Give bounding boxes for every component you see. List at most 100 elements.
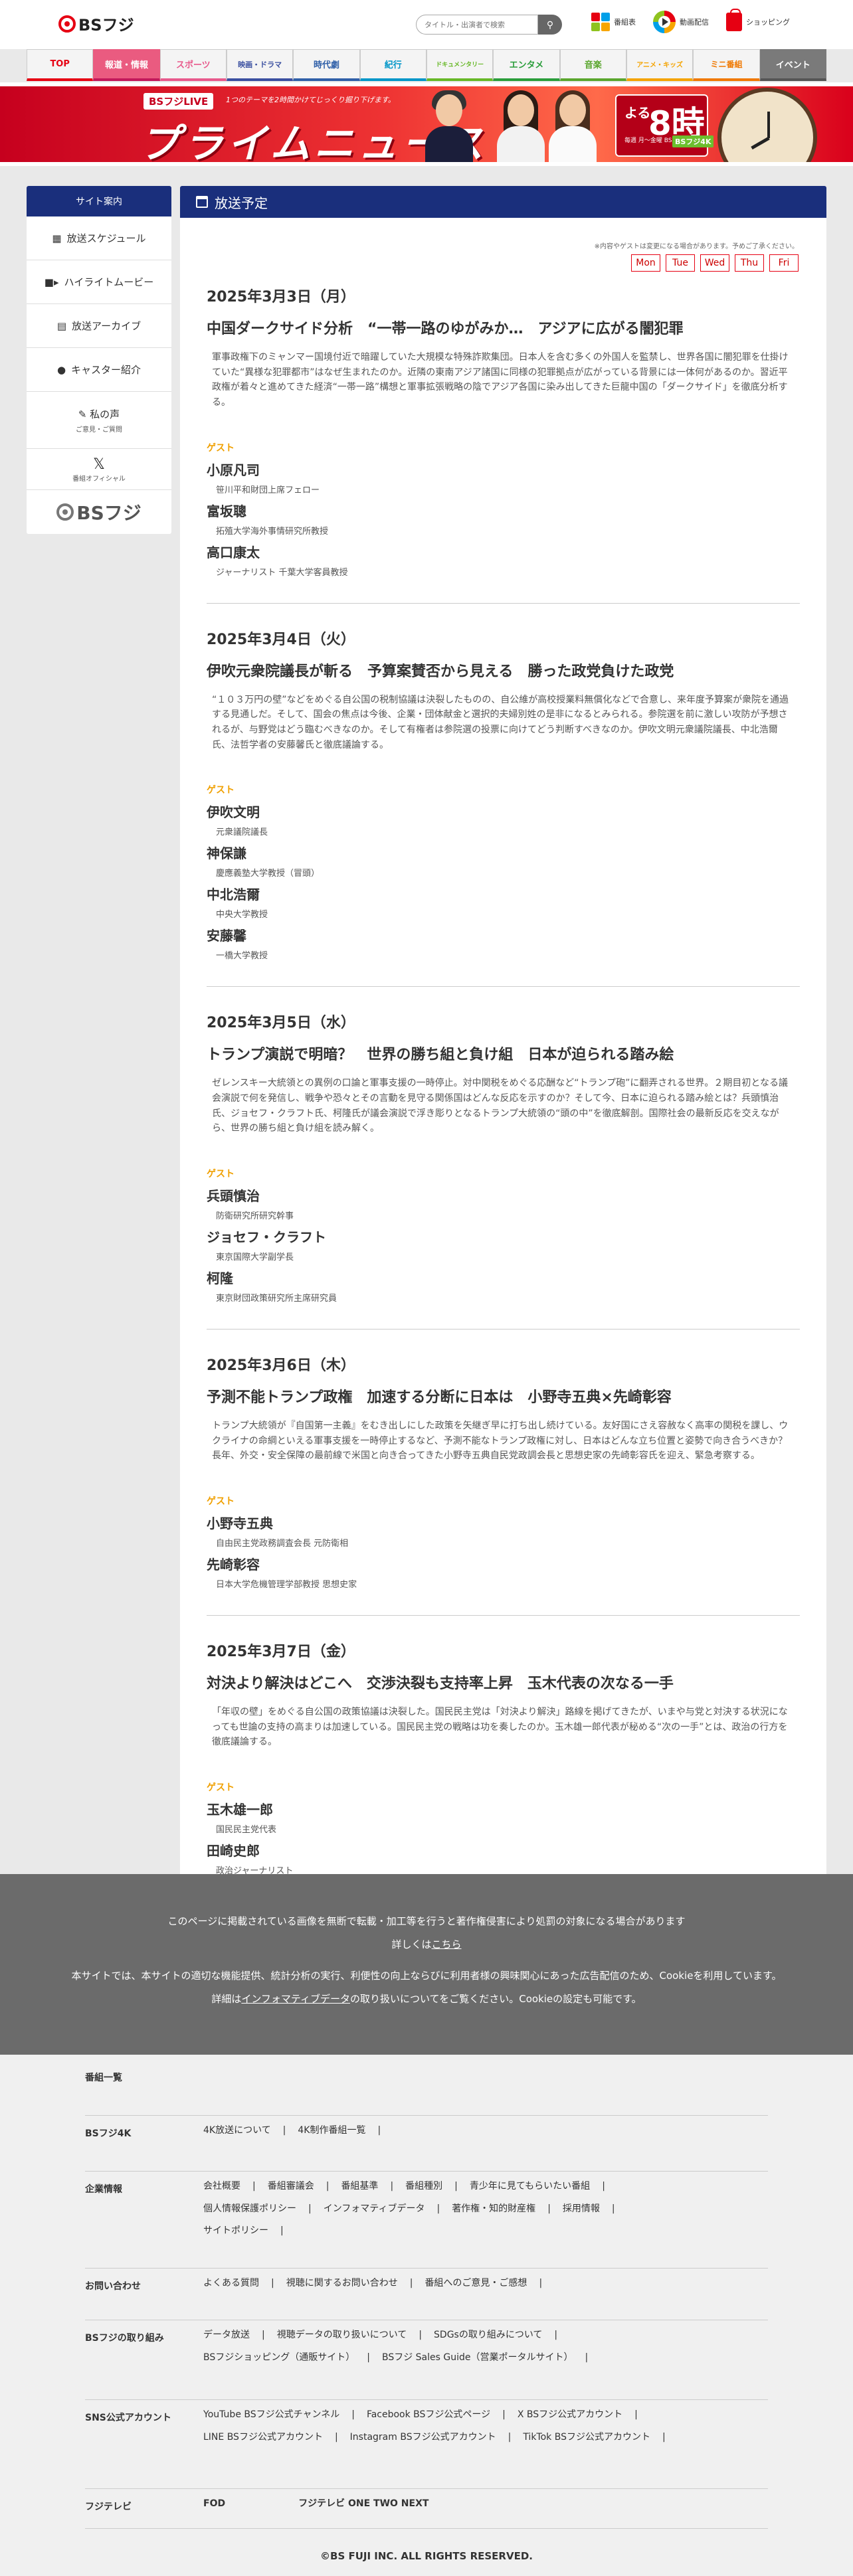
- footer-section: 企業情報 会社概要 | 番組審議会 | 番組基準 | 番組種別 | 青少年に見てもらいたい番組 | 個…: [85, 2172, 768, 2269]
- schedule-panel: 放送予定 ※内容やゲストは変更になる場合があります。予めご了承ください。 Mon…: [180, 186, 826, 2021]
- footer-section-heading: 企業情報: [85, 2184, 122, 2195]
- clock-icon: [717, 88, 817, 162]
- footer-link[interactable]: 番組種別: [405, 2181, 442, 2191]
- sidebar-item-casters[interactable]: ● キャスター紹介: [27, 348, 171, 392]
- footer-link[interactable]: 番組審議会: [268, 2181, 314, 2191]
- episode-title: 予測不能トランプ政権 加速する分断に日本は 小野寺五典×先崎彰容: [207, 1389, 672, 1407]
- search-input[interactable]: [416, 15, 538, 35]
- calendar-icon: ▦: [52, 232, 62, 244]
- genre-nav: TOP 報道・情報 スポーツ 映画・ドラマ 時代劇 紀行 ドキュメンタリー エン…: [27, 49, 826, 81]
- footer-link[interactable]: 青少年に見てもらいたい番組: [470, 2181, 590, 2191]
- header-link-program-guide[interactable]: 番組表: [591, 13, 636, 31]
- footer-link[interactable]: Facebook BSフジ公式ページ: [367, 2409, 490, 2420]
- day-link-wed[interactable]: Wed: [700, 254, 729, 272]
- nav-tab-entertainment[interactable]: エンタメ: [493, 49, 560, 81]
- guest-name: 中北浩爾: [207, 887, 260, 903]
- sidebar-item-x-official[interactable]: 𝕏 番組オフィシャル: [27, 449, 171, 490]
- nav-tab-music[interactable]: 音楽: [559, 49, 626, 81]
- guest-role: 慶應義塾大学教授（冒頭）: [216, 869, 320, 879]
- nav-tab-anime-kids[interactable]: アニメ・キッズ: [626, 49, 694, 81]
- sidebar-item-archive[interactable]: ▤ 放送アーカイブ: [27, 304, 171, 348]
- footer-link[interactable]: 4K制作番組一覧: [298, 2125, 365, 2136]
- footer-link[interactable]: 番組へのご意見・ご感想: [425, 2278, 527, 2288]
- caster-photo-1: [425, 90, 473, 162]
- bsfuji-logo[interactable]: BSフジ: [58, 12, 134, 35]
- footer-link[interactable]: TikTok BSフジ公式アカウント: [523, 2432, 650, 2443]
- sidebar-item-voice[interactable]: ✎ 私の声 ご意見・ご質問: [27, 392, 171, 449]
- airtime-prefix: よる: [624, 105, 651, 121]
- footer-link[interactable]: FOD: [203, 2498, 225, 2509]
- footer-link[interactable]: よくある質問: [203, 2278, 259, 2288]
- guest-role: 笹川平和財団上席フェロー: [216, 485, 320, 495]
- banner-tagline: 1つのテーマを2時間かけてじっくり掘り下げます。: [226, 96, 395, 104]
- footer-link[interactable]: BSフジショッピング（通販サイト）: [203, 2352, 355, 2363]
- guest-role: 日本大学危機管理学部教授 思想史家: [216, 1580, 357, 1590]
- guest-name: 安藤馨: [207, 928, 246, 944]
- header-link-shopping[interactable]: ショッピング: [726, 9, 790, 31]
- footer-link[interactable]: 会社概要: [203, 2181, 240, 2191]
- day-link-mon[interactable]: Mon: [631, 254, 660, 272]
- sidebar-bsfuji-logo[interactable]: BSフジ: [27, 490, 171, 534]
- footer-link[interactable]: 番組基準: [341, 2181, 378, 2191]
- sidebar-item-highlight[interactable]: ■▸ ハイライトムービー: [27, 260, 171, 304]
- footer-link[interactable]: BSフジ Sales Guide（営業ポータルサイト）: [382, 2352, 573, 2363]
- x-logo-icon: 𝕏: [93, 456, 105, 473]
- footer-link[interactable]: LINE BSフジ公式アカウント: [203, 2432, 323, 2443]
- nav-tab-movie-drama[interactable]: 映画・ドラマ: [226, 49, 294, 81]
- footer-link[interactable]: 採用情報: [563, 2203, 600, 2214]
- footer-link[interactable]: データ放送: [203, 2330, 250, 2340]
- footer-link[interactable]: 視聴データの取り扱いについて: [277, 2330, 407, 2340]
- footer-link[interactable]: YouTube BSフジ公式チャンネル: [203, 2409, 339, 2420]
- guest-name: 玉木雄一郎: [207, 1802, 273, 1818]
- cookie-prefix: 詳細は: [211, 1993, 242, 2005]
- nav-tab-news[interactable]: 報道・情報: [93, 49, 160, 81]
- pencil-icon: ✎: [78, 408, 87, 420]
- schedule-heading-label: 放送予定: [215, 195, 268, 211]
- footer-link[interactable]: SDGsの取り組みについて: [434, 2330, 542, 2340]
- footer-link[interactable]: Instagram BSフジ公式アカウント: [350, 2432, 496, 2443]
- footer-section: 番組一覧: [85, 2071, 768, 2116]
- day-link-fri[interactable]: Fri: [769, 254, 799, 272]
- nav-tab-travel[interactable]: 紀行: [359, 49, 427, 81]
- sidebar-logo-text: BSフジ: [76, 502, 142, 524]
- nav-tab-mini[interactable]: ミニ番組: [693, 49, 760, 81]
- footer-section-heading: お問い合わせ: [85, 2281, 141, 2292]
- day-link-tue[interactable]: Tue: [666, 254, 695, 272]
- nav-tab-top[interactable]: TOP: [27, 49, 94, 81]
- copyright-notice: このページに掲載されている画像を無断で転載・加工等を行うと著作権侵害により処罰の…: [167, 1915, 686, 1927]
- footer-link[interactable]: サイトポリシー: [203, 2225, 268, 2236]
- episode-item: 2025年3月5日（水） トランプ演説で明暗？ 世界の勝ち組と負け組 日本が迫ら…: [207, 987, 800, 1330]
- day-link-thu[interactable]: Thu: [735, 254, 764, 272]
- nav-tab-event[interactable]: イベント: [759, 49, 826, 81]
- footer-link[interactable]: インフォマティブデータ: [324, 2203, 425, 2214]
- program-banner[interactable]: BSフジLIVE 1つのテーマを2時間かけてじっくり掘り下げます。 プライムニュ…: [0, 86, 853, 162]
- footer-section-heading: SNS公式アカウント: [85, 2413, 171, 2423]
- footer-link[interactable]: 個人情報保護ポリシー: [203, 2203, 296, 2214]
- footer-link[interactable]: X BSフジ公式アカウント: [518, 2409, 622, 2420]
- search-button[interactable]: ⚲: [538, 15, 562, 35]
- bsfuji-4k-badge: BSフジ4K: [672, 135, 714, 147]
- footer-section-heading: BSフジ4K: [85, 2128, 132, 2139]
- footer-section: お問い合わせ よくある質問 | 視聴に関するお問い合わせ | 番組へのご意見・ご感想 |: [85, 2269, 768, 2320]
- footer-section-heading: 番組一覧: [85, 2073, 122, 2083]
- live-tag: BSフジLIVE: [143, 93, 214, 110]
- footer-link[interactable]: 著作権・知的財産権: [452, 2203, 535, 2214]
- sidebar-item-schedule[interactable]: ▦ 放送スケジュール: [27, 216, 171, 260]
- nav-tab-documentary[interactable]: ドキュメンタリー: [426, 49, 494, 81]
- episode-item: 2025年3月6日（木） 予測不能トランプ政権 加速する分断に日本は 小野寺五典…: [207, 1330, 800, 1616]
- episode-description: トランプ大統領が『自国第一主義』をむき出しにした政策を矢継ぎ早に打ち出し続けてい…: [212, 1420, 789, 1462]
- guest-name: 小原凡司: [207, 462, 260, 478]
- sidebar-heading: サイト案内: [27, 186, 171, 216]
- guest-name: 伊吹文明: [207, 804, 260, 821]
- header-link-video[interactable]: 動画配信: [653, 11, 709, 33]
- notice-prefix: 詳しくは: [391, 1938, 432, 1950]
- notice-details-link[interactable]: こちら: [432, 1938, 462, 1950]
- episode-date: 2025年3月4日（火）: [207, 631, 355, 648]
- footer-link[interactable]: 視聴に関するお問い合わせ: [286, 2278, 398, 2288]
- nav-tab-jidaigeki[interactable]: 時代劇: [293, 49, 360, 81]
- informative-data-link[interactable]: インフォマティブデータ: [241, 1993, 350, 2005]
- nav-tab-sports[interactable]: スポーツ: [159, 49, 227, 81]
- footer-link[interactable]: フジテレビ ONE TWO NEXT: [298, 2498, 428, 2509]
- guest-name: 小野寺五典: [207, 1515, 273, 1532]
- footer-link[interactable]: 4K放送について: [203, 2125, 271, 2136]
